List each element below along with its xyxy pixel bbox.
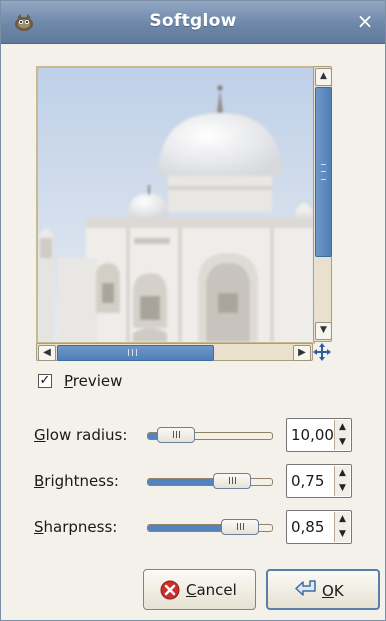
scroll-up-icon[interactable]: ▲ xyxy=(315,68,332,86)
scroll-down-icon[interactable]: ▼ xyxy=(315,322,332,340)
cancel-icon xyxy=(160,580,180,600)
cancel-label: Cancel xyxy=(186,581,237,599)
brightness-spinbutton[interactable]: 0,75 ▲ ▼ xyxy=(286,464,352,498)
brightness-label: Brightness: xyxy=(34,472,119,490)
scroll-right-icon[interactable]: ▶ xyxy=(293,345,311,361)
ok-icon xyxy=(295,580,316,596)
decrement-icon[interactable]: ▼ xyxy=(335,527,350,542)
cancel-button[interactable]: Cancel xyxy=(143,569,256,610)
slider-handle[interactable] xyxy=(213,473,251,489)
vertical-scroll-thumb[interactable] xyxy=(315,87,332,257)
scroll-left-icon[interactable]: ◀ xyxy=(38,345,56,361)
preview-label[interactable]: Preview xyxy=(64,372,122,390)
decrement-icon[interactable]: ▼ xyxy=(335,481,350,496)
sharpness-spinbutton[interactable]: 0,85 ▲ ▼ xyxy=(286,510,352,544)
preview-horizontal-scrollbar[interactable]: ◀ ▶ xyxy=(36,343,313,361)
brightness-slider[interactable] xyxy=(147,473,273,489)
preview-image[interactable] xyxy=(36,66,315,344)
ok-button[interactable]: OK xyxy=(266,569,380,610)
preview-checkbox[interactable]: ✓ xyxy=(38,374,52,388)
sharpness-slider[interactable] xyxy=(147,519,273,535)
slider-handle[interactable] xyxy=(157,427,195,443)
glow-radius-label: Glow radius: xyxy=(34,426,128,444)
preview-vertical-scrollbar[interactable]: ▲ ▼ xyxy=(313,66,332,342)
glow-radius-slider[interactable] xyxy=(147,427,273,443)
glow-radius-spinbutton[interactable]: 10,00 ▲ ▼ xyxy=(286,418,352,452)
navigate-icon[interactable] xyxy=(313,343,331,361)
sharpness-value[interactable]: 0,85 xyxy=(291,518,324,536)
increment-icon[interactable]: ▲ xyxy=(335,512,350,527)
slider-handle[interactable] xyxy=(221,519,259,535)
ok-label: OK xyxy=(322,582,344,600)
brightness-value[interactable]: 0,75 xyxy=(291,472,324,490)
increment-icon[interactable]: ▲ xyxy=(335,420,350,435)
increment-icon[interactable]: ▲ xyxy=(335,466,350,481)
horizontal-scroll-thumb[interactable] xyxy=(57,345,214,361)
titlebar[interactable]: Softglow × xyxy=(1,1,385,44)
decrement-icon[interactable]: ▼ xyxy=(335,435,350,450)
close-icon[interactable]: × xyxy=(355,11,375,31)
sharpness-label: Sharpness: xyxy=(34,518,118,536)
glow-radius-value[interactable]: 10,00 xyxy=(291,426,334,444)
window-title: Softglow xyxy=(149,11,237,31)
